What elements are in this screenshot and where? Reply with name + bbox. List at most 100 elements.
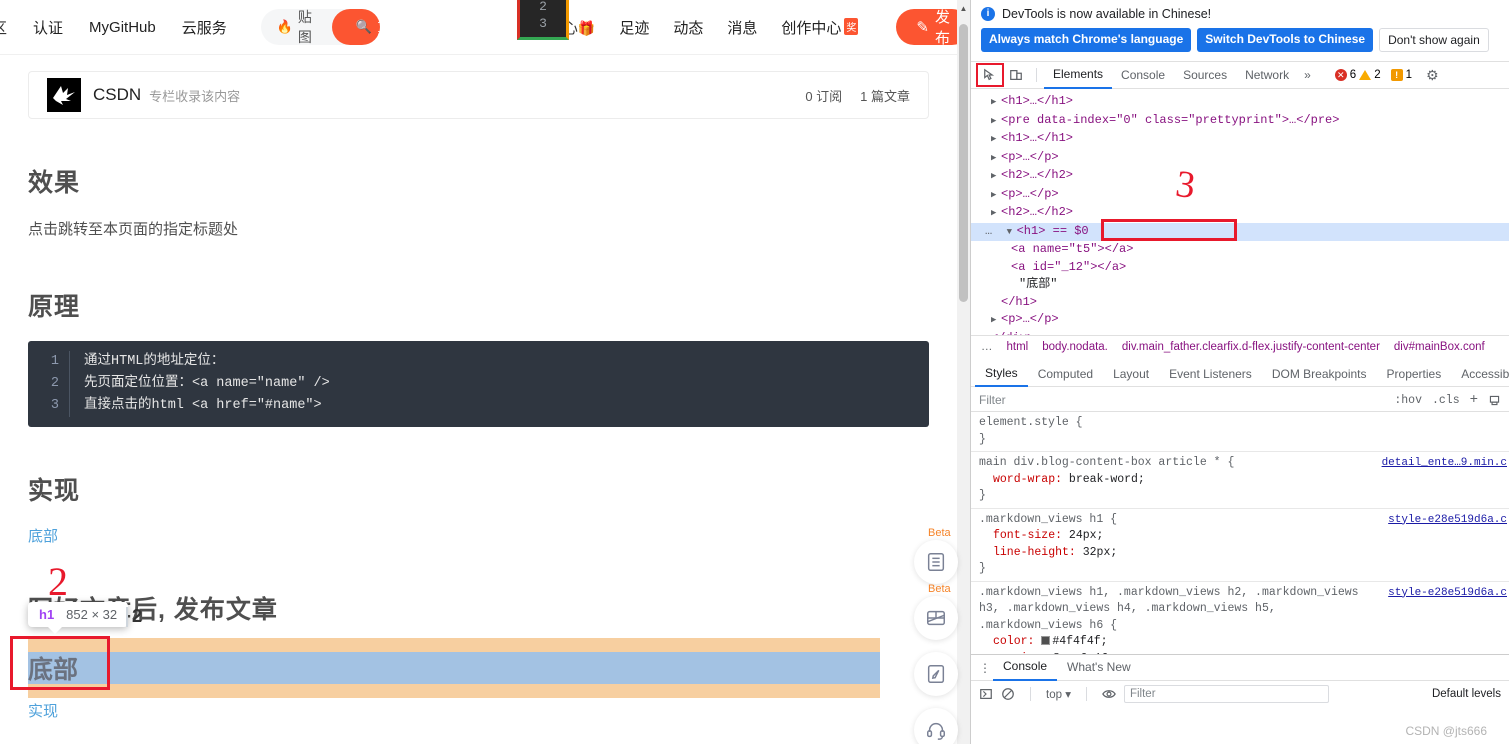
style-declaration[interactable]: line-height: 32px; xyxy=(979,545,1503,562)
nav-link-0[interactable]: 区 xyxy=(0,17,7,38)
tab-accessibility[interactable]: Accessibility xyxy=(1451,363,1509,386)
banner-always-match-button[interactable]: Always match Chrome's language xyxy=(981,28,1192,52)
dom-node[interactable]: <a id="_12"></a> xyxy=(971,259,1509,277)
chevron-right-icon[interactable]: » xyxy=(1298,68,1317,82)
style-rule-source[interactable]: style-e28e519d6a.c xyxy=(1388,585,1507,602)
styles-pane[interactable]: element.style { } detail_ente…9.min.c ma… xyxy=(971,412,1509,654)
dom-node[interactable]: ▶ <p>…</p> xyxy=(971,186,1509,205)
expand-arrow-icon[interactable]: ▶ xyxy=(991,312,1001,330)
execute-icon[interactable] xyxy=(979,687,993,701)
color-swatch[interactable] xyxy=(1041,636,1051,645)
nav-footprint[interactable]: 足迹 xyxy=(619,17,649,38)
nav-messages[interactable]: 消息 xyxy=(727,17,757,38)
side-tool-layout[interactable]: Beta xyxy=(914,583,958,640)
drawer-tab-whats-new[interactable]: What's New xyxy=(1057,655,1141,680)
dom-node[interactable]: ▶ <p>…</p> xyxy=(971,149,1509,168)
style-declaration[interactable]: font-size: 24px; xyxy=(979,528,1503,545)
tooltip-divider xyxy=(126,607,128,627)
breadcrumb-overflow[interactable]: … xyxy=(981,341,993,353)
collapse-arrow-icon[interactable]: ▼ xyxy=(1007,224,1017,242)
style-rule-source[interactable]: detail_ente…9.min.c xyxy=(1382,455,1507,472)
expand-arrow-icon[interactable]: ▶ xyxy=(991,168,1001,186)
breadcrumb-item-html[interactable]: html xyxy=(1007,341,1029,353)
dom-node[interactable]: ▶ <p>…</p> xyxy=(971,311,1509,330)
search-button[interactable]: 🔍 搜索 xyxy=(331,9,380,45)
style-rule[interactable]: style-e28e519d6a.c .markdown_views h1, .… xyxy=(971,582,1509,655)
dom-node-text: <a name="t5"></a> xyxy=(1011,242,1134,256)
expand-arrow-icon[interactable]: ▶ xyxy=(991,131,1001,149)
banner-switch-chinese-button[interactable]: Switch DevTools to Chinese xyxy=(1197,28,1374,52)
dom-node[interactable]: ▶ <h2>…</h2> xyxy=(971,167,1509,186)
style-declaration[interactable]: color: #4f4f4f; xyxy=(979,634,1503,651)
tab-computed[interactable]: Computed xyxy=(1028,363,1103,386)
tab-dom-breakpoints[interactable]: DOM Breakpoints xyxy=(1262,363,1377,386)
eye-icon[interactable] xyxy=(1102,687,1116,701)
side-tool-list[interactable]: Beta xyxy=(914,527,958,584)
nav-create-center[interactable]: 创作中心奖 xyxy=(781,17,859,38)
tab-network[interactable]: Network xyxy=(1236,62,1298,88)
nav-dynamic[interactable]: 动态 xyxy=(673,17,703,38)
console-context-selector[interactable]: top ▾ xyxy=(1046,687,1071,701)
style-declaration[interactable]: word-wrap: break-word; xyxy=(979,472,1503,489)
tab-properties[interactable]: Properties xyxy=(1377,363,1452,386)
inspect-cursor-icon[interactable] xyxy=(976,63,1004,87)
style-rule[interactable]: detail_ente…9.min.c main div.blog-conten… xyxy=(971,452,1509,509)
hov-toggle[interactable]: :hov xyxy=(1394,394,1422,407)
expand-arrow-icon[interactable]: ▶ xyxy=(991,113,1001,131)
scroll-up-arrow[interactable]: ▲ xyxy=(957,0,970,17)
nav-link-1[interactable]: 认证 xyxy=(33,17,63,38)
breadcrumb-item-body[interactable]: body.nodata. xyxy=(1042,341,1108,353)
style-rule-source[interactable]: style-e28e519d6a.c xyxy=(1388,512,1507,529)
tab-elements[interactable]: Elements xyxy=(1044,61,1113,89)
tab-sources[interactable]: Sources xyxy=(1174,62,1236,88)
breadcrumb-item-mainbox[interactable]: div#mainBox.conf xyxy=(1394,341,1485,353)
expand-arrow-icon[interactable]: ▶ xyxy=(991,94,1001,112)
scrollbar-thumb[interactable] xyxy=(959,24,968,302)
dom-node-text: <h1>…</h1> xyxy=(1001,131,1074,145)
expand-arrow-icon[interactable]: ▶ xyxy=(991,150,1001,168)
cls-toggle[interactable]: .cls xyxy=(1432,394,1460,407)
nav-link-3[interactable]: 云服务 xyxy=(182,17,227,38)
anchor-link-implementation[interactable]: 实现 xyxy=(28,700,58,721)
dom-node[interactable]: <a name="t5"></a> xyxy=(971,241,1509,259)
side-tool-edit[interactable] xyxy=(914,652,958,696)
gear-icon[interactable]: ⚙ xyxy=(1426,67,1439,84)
dom-node[interactable]: ▶ <h1>…</h1> xyxy=(971,93,1509,112)
dom-node[interactable]: ▶ <h1>…</h1> xyxy=(971,130,1509,149)
dom-tree[interactable]: ▶ <h1>…</h1> ▶ <pre data-index="0" class="… xyxy=(971,89,1509,339)
drawer-tab-console[interactable]: Console xyxy=(993,654,1058,681)
expand-arrow-icon[interactable]: ▶ xyxy=(991,205,1001,223)
dom-node[interactable]: ▶ <pre data-index="0" class="prettyprint"… xyxy=(971,112,1509,131)
search-tag[interactable]: 🔥 贴图 xyxy=(261,9,332,45)
console-filter-input[interactable]: Filter xyxy=(1123,685,1329,703)
anchor-link-bottom[interactable]: 底部 xyxy=(28,525,929,546)
issue-count: 1 xyxy=(1405,69,1413,81)
banner-dismiss-button[interactable]: Don't show again xyxy=(1379,28,1489,52)
issues-badge[interactable]: ! 1 xyxy=(1390,69,1413,81)
dom-node[interactable]: "底部" xyxy=(971,276,1509,294)
nav-link-2[interactable]: MyGitHub xyxy=(89,19,156,36)
tab-event-listeners[interactable]: Event Listeners xyxy=(1159,363,1262,386)
styles-filter-input[interactable]: Filter xyxy=(979,393,1006,407)
error-count-badge[interactable]: ✕ 6 2 xyxy=(1334,69,1381,81)
breadcrumb[interactable]: … html body.nodata. div.main_father.clea… xyxy=(971,335,1509,357)
expand-arrow-icon[interactable]: ▶ xyxy=(991,187,1001,205)
tab-styles[interactable]: Styles xyxy=(975,362,1028,387)
breadcrumb-item-main-father[interactable]: div.main_father.clearfix.d-flex.justify-… xyxy=(1122,341,1380,353)
dom-node-selected[interactable]: … ▼ <h1> == $0 xyxy=(971,222,1509,242)
new-stylesheet-icon[interactable] xyxy=(1488,394,1501,407)
highlight-content-box: 底部 xyxy=(28,652,880,684)
dom-node[interactable]: </h1> xyxy=(971,294,1509,312)
dom-node[interactable]: ▶ <h2>…</h2> xyxy=(971,204,1509,223)
style-rule[interactable]: element.style { } xyxy=(971,412,1509,452)
clear-console-icon[interactable] xyxy=(1001,687,1015,701)
device-toolbar-icon[interactable] xyxy=(1003,64,1029,86)
more-tools-icon[interactable]: ⋮ xyxy=(977,661,993,675)
tab-console[interactable]: Console xyxy=(1112,62,1174,88)
style-rule[interactable]: style-e28e519d6a.c .markdown_views h1 { … xyxy=(971,509,1509,582)
side-tool-support[interactable] xyxy=(914,708,958,744)
console-level-selector[interactable]: Default levels xyxy=(1432,688,1501,700)
search-box[interactable]: 🔥 贴图 🔍 搜索 xyxy=(260,9,380,45)
new-rule-icon[interactable]: + xyxy=(1470,392,1478,408)
tab-layout[interactable]: Layout xyxy=(1103,363,1159,386)
